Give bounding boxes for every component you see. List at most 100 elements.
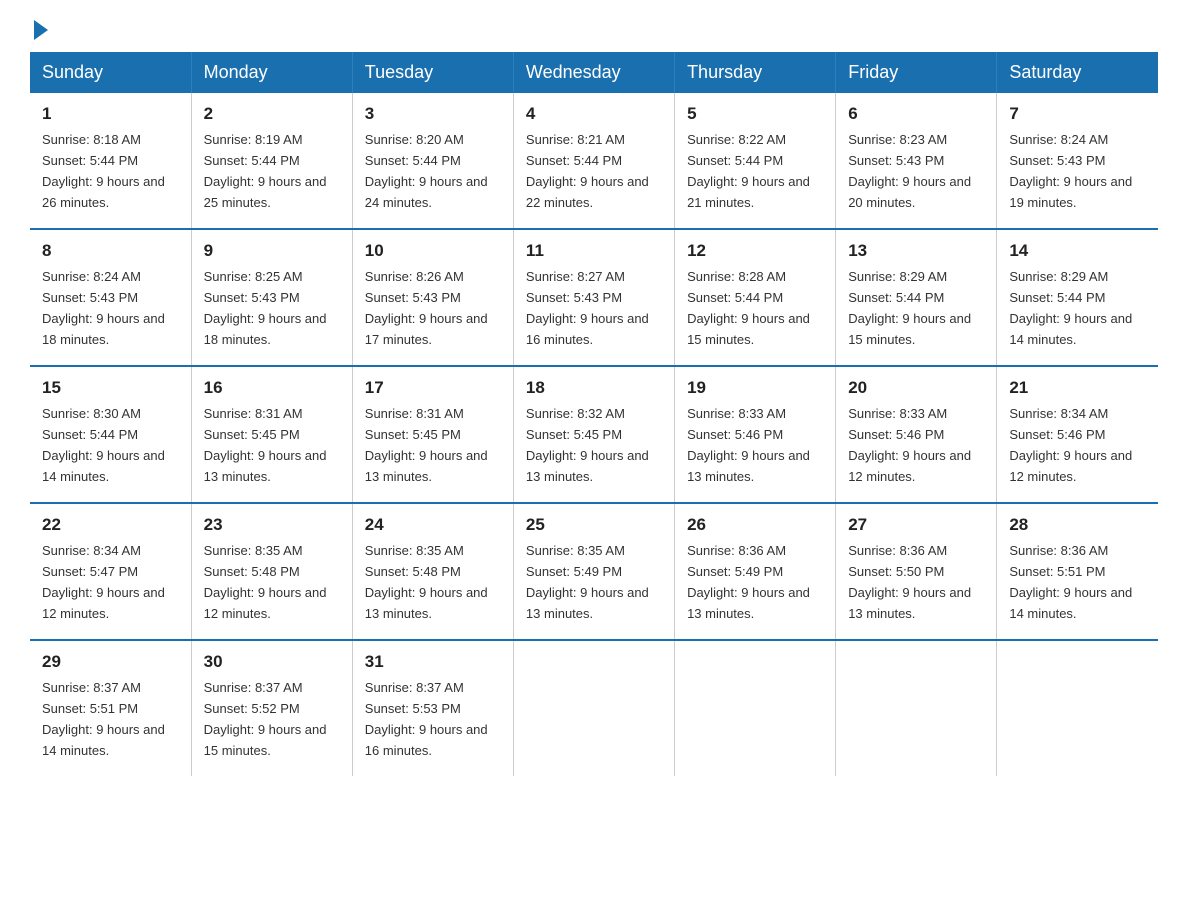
day-info: Sunrise: 8:31 AMSunset: 5:45 PMDaylight:…	[204, 406, 327, 484]
calendar-cell: 22 Sunrise: 8:34 AMSunset: 5:47 PMDayligh…	[30, 503, 191, 640]
day-info: Sunrise: 8:32 AMSunset: 5:45 PMDaylight:…	[526, 406, 649, 484]
day-info: Sunrise: 8:34 AMSunset: 5:47 PMDaylight:…	[42, 543, 165, 621]
calendar-cell: 11 Sunrise: 8:27 AMSunset: 5:43 PMDayligh…	[513, 229, 674, 366]
day-info: Sunrise: 8:35 AMSunset: 5:48 PMDaylight:…	[204, 543, 327, 621]
day-number: 19	[687, 375, 823, 401]
day-info: Sunrise: 8:23 AMSunset: 5:43 PMDaylight:…	[848, 132, 971, 210]
calendar-cell: 24 Sunrise: 8:35 AMSunset: 5:48 PMDayligh…	[352, 503, 513, 640]
calendar-cell: 25 Sunrise: 8:35 AMSunset: 5:49 PMDayligh…	[513, 503, 674, 640]
calendar-cell: 4 Sunrise: 8:21 AMSunset: 5:44 PMDaylight…	[513, 93, 674, 229]
day-number: 4	[526, 101, 662, 127]
calendar-week-row: 15 Sunrise: 8:30 AMSunset: 5:44 PMDayligh…	[30, 366, 1158, 503]
day-number: 21	[1009, 375, 1146, 401]
calendar-cell: 7Sunrise: 8:24 AMSunset: 5:43 PMDaylight…	[997, 93, 1158, 229]
calendar-week-row: 29 Sunrise: 8:37 AMSunset: 5:51 PMDayligh…	[30, 640, 1158, 776]
day-number: 22	[42, 512, 179, 538]
day-info: Sunrise: 8:19 AMSunset: 5:44 PMDaylight:…	[204, 132, 327, 210]
column-header-tuesday: Tuesday	[352, 52, 513, 93]
calendar-cell: 9Sunrise: 8:25 AMSunset: 5:43 PMDaylight…	[191, 229, 352, 366]
calendar-cell: 1 Sunrise: 8:18 AMSunset: 5:44 PMDaylight…	[30, 93, 191, 229]
column-header-monday: Monday	[191, 52, 352, 93]
day-number: 30	[204, 649, 340, 675]
calendar-cell: 23 Sunrise: 8:35 AMSunset: 5:48 PMDayligh…	[191, 503, 352, 640]
calendar-cell: 14 Sunrise: 8:29 AMSunset: 5:44 PMDayligh…	[997, 229, 1158, 366]
day-info: Sunrise: 8:35 AMSunset: 5:49 PMDaylight:…	[526, 543, 649, 621]
day-number: 16	[204, 375, 340, 401]
day-info: Sunrise: 8:34 AMSunset: 5:46 PMDaylight:…	[1009, 406, 1132, 484]
calendar-cell: 21 Sunrise: 8:34 AMSunset: 5:46 PMDayligh…	[997, 366, 1158, 503]
day-number: 29	[42, 649, 179, 675]
day-info: Sunrise: 8:24 AMSunset: 5:43 PMDaylight:…	[1009, 132, 1132, 210]
calendar-cell: 12Sunrise: 8:28 AMSunset: 5:44 PMDayligh…	[675, 229, 836, 366]
day-number: 18	[526, 375, 662, 401]
day-info: Sunrise: 8:36 AMSunset: 5:51 PMDaylight:…	[1009, 543, 1132, 621]
day-info: Sunrise: 8:22 AMSunset: 5:44 PMDaylight:…	[687, 132, 810, 210]
calendar-cell: 27 Sunrise: 8:36 AMSunset: 5:50 PMDayligh…	[836, 503, 997, 640]
calendar-week-row: 1 Sunrise: 8:18 AMSunset: 5:44 PMDaylight…	[30, 93, 1158, 229]
column-header-friday: Friday	[836, 52, 997, 93]
day-info: Sunrise: 8:18 AMSunset: 5:44 PMDaylight:…	[42, 132, 165, 210]
day-number: 23	[204, 512, 340, 538]
column-header-wednesday: Wednesday	[513, 52, 674, 93]
day-number: 27	[848, 512, 984, 538]
day-number: 14	[1009, 238, 1146, 264]
logo	[30, 20, 48, 36]
calendar-table: SundayMondayTuesdayWednesdayThursdayFrid…	[30, 52, 1158, 776]
calendar-cell	[513, 640, 674, 776]
calendar-cell: 18 Sunrise: 8:32 AMSunset: 5:45 PMDayligh…	[513, 366, 674, 503]
day-info: Sunrise: 8:26 AMSunset: 5:43 PMDaylight:…	[365, 269, 488, 347]
calendar-cell: 6 Sunrise: 8:23 AMSunset: 5:43 PMDaylight…	[836, 93, 997, 229]
calendar-cell: 10 Sunrise: 8:26 AMSunset: 5:43 PMDayligh…	[352, 229, 513, 366]
calendar-cell: 31Sunrise: 8:37 AMSunset: 5:53 PMDayligh…	[352, 640, 513, 776]
calendar-cell: 8 Sunrise: 8:24 AMSunset: 5:43 PMDaylight…	[30, 229, 191, 366]
day-number: 6	[848, 101, 984, 127]
calendar-cell: 30 Sunrise: 8:37 AMSunset: 5:52 PMDayligh…	[191, 640, 352, 776]
page-header	[30, 20, 1158, 36]
day-info: Sunrise: 8:25 AMSunset: 5:43 PMDaylight:…	[204, 269, 327, 347]
calendar-cell: 15 Sunrise: 8:30 AMSunset: 5:44 PMDayligh…	[30, 366, 191, 503]
day-number: 24	[365, 512, 501, 538]
day-number: 10	[365, 238, 501, 264]
day-info: Sunrise: 8:33 AMSunset: 5:46 PMDaylight:…	[848, 406, 971, 484]
calendar-cell: 2Sunrise: 8:19 AMSunset: 5:44 PMDaylight…	[191, 93, 352, 229]
calendar-cell: 17Sunrise: 8:31 AMSunset: 5:45 PMDayligh…	[352, 366, 513, 503]
day-info: Sunrise: 8:37 AMSunset: 5:51 PMDaylight:…	[42, 680, 165, 758]
calendar-cell	[997, 640, 1158, 776]
column-header-saturday: Saturday	[997, 52, 1158, 93]
calendar-cell: 20 Sunrise: 8:33 AMSunset: 5:46 PMDayligh…	[836, 366, 997, 503]
calendar-cell: 19Sunrise: 8:33 AMSunset: 5:46 PMDayligh…	[675, 366, 836, 503]
day-number: 20	[848, 375, 984, 401]
day-info: Sunrise: 8:28 AMSunset: 5:44 PMDaylight:…	[687, 269, 810, 347]
day-number: 3	[365, 101, 501, 127]
day-info: Sunrise: 8:20 AMSunset: 5:44 PMDaylight:…	[365, 132, 488, 210]
column-header-sunday: Sunday	[30, 52, 191, 93]
day-number: 31	[365, 649, 501, 675]
day-info: Sunrise: 8:30 AMSunset: 5:44 PMDaylight:…	[42, 406, 165, 484]
calendar-week-row: 8 Sunrise: 8:24 AMSunset: 5:43 PMDaylight…	[30, 229, 1158, 366]
day-info: Sunrise: 8:37 AMSunset: 5:52 PMDaylight:…	[204, 680, 327, 758]
day-info: Sunrise: 8:35 AMSunset: 5:48 PMDaylight:…	[365, 543, 488, 621]
day-info: Sunrise: 8:36 AMSunset: 5:50 PMDaylight:…	[848, 543, 971, 621]
calendar-cell: 26Sunrise: 8:36 AMSunset: 5:49 PMDayligh…	[675, 503, 836, 640]
day-number: 1	[42, 101, 179, 127]
day-info: Sunrise: 8:21 AMSunset: 5:44 PMDaylight:…	[526, 132, 649, 210]
day-info: Sunrise: 8:27 AMSunset: 5:43 PMDaylight:…	[526, 269, 649, 347]
day-number: 11	[526, 238, 662, 264]
day-info: Sunrise: 8:31 AMSunset: 5:45 PMDaylight:…	[365, 406, 488, 484]
day-info: Sunrise: 8:24 AMSunset: 5:43 PMDaylight:…	[42, 269, 165, 347]
day-number: 15	[42, 375, 179, 401]
day-number: 13	[848, 238, 984, 264]
day-number: 8	[42, 238, 179, 264]
day-number: 25	[526, 512, 662, 538]
day-info: Sunrise: 8:36 AMSunset: 5:49 PMDaylight:…	[687, 543, 810, 621]
calendar-cell: 3 Sunrise: 8:20 AMSunset: 5:44 PMDaylight…	[352, 93, 513, 229]
calendar-cell	[675, 640, 836, 776]
day-info: Sunrise: 8:29 AMSunset: 5:44 PMDaylight:…	[848, 269, 971, 347]
calendar-week-row: 22 Sunrise: 8:34 AMSunset: 5:47 PMDayligh…	[30, 503, 1158, 640]
day-number: 5	[687, 101, 823, 127]
day-info: Sunrise: 8:29 AMSunset: 5:44 PMDaylight:…	[1009, 269, 1132, 347]
calendar-cell: 16 Sunrise: 8:31 AMSunset: 5:45 PMDayligh…	[191, 366, 352, 503]
calendar-cell: 28Sunrise: 8:36 AMSunset: 5:51 PMDayligh…	[997, 503, 1158, 640]
calendar-cell: 5 Sunrise: 8:22 AMSunset: 5:44 PMDaylight…	[675, 93, 836, 229]
logo-arrow-icon	[34, 20, 48, 40]
